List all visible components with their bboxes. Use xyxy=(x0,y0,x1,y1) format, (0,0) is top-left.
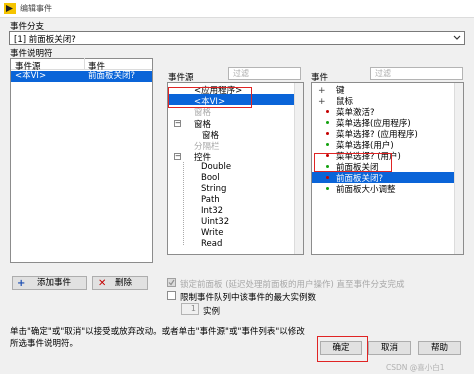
row-source: <本VI> xyxy=(15,71,47,81)
event-sources-filter[interactable]: 过滤 xyxy=(228,67,301,80)
limit-queue-checkbox[interactable] xyxy=(167,291,176,300)
tree-item-control[interactable]: Int32 xyxy=(201,206,223,216)
remove-event-label: 删除 xyxy=(115,278,133,288)
filter-event-dot xyxy=(326,176,329,179)
event-branch-value: [1] 前面板关闭? xyxy=(14,35,76,45)
limit-queue-label: 限制事件队列中该事件的最大实例数 xyxy=(180,293,317,303)
event-item[interactable]: 前面板大小调整 xyxy=(336,183,396,195)
notify-event-dot xyxy=(326,121,329,124)
add-event-label: 添加事件 xyxy=(37,278,72,288)
table-header: 事件源 事件 xyxy=(11,58,152,72)
highlight-box-sources xyxy=(168,87,252,108)
notify-event-dot xyxy=(326,143,329,146)
highlight-box-ok xyxy=(317,336,368,362)
table-row[interactable]: <本VI> 前面板关闭? xyxy=(11,71,152,82)
window-title: 编辑事件 xyxy=(20,4,52,13)
tree-item-control[interactable]: Write xyxy=(201,228,223,238)
instances-label: 实例 xyxy=(203,307,221,317)
filter-event-dot xyxy=(326,110,329,113)
lock-front-panel-checkbox[interactable] xyxy=(167,278,176,287)
tree-item-control[interactable]: Uint32 xyxy=(201,217,229,227)
tree-item-control[interactable]: Read xyxy=(201,239,222,249)
tree-item-control[interactable]: Bool xyxy=(201,173,220,183)
notify-event-dot xyxy=(326,187,329,190)
chevron-down-icon[interactable] xyxy=(452,33,462,43)
vertical-scrollbar[interactable] xyxy=(454,83,463,254)
collapse-icon[interactable]: − xyxy=(174,153,181,160)
row-event: 前面板关闭? xyxy=(88,71,136,81)
help-text: 单击"确定"或"取消"以接受或放弃改动。或者单击"事件源"或"事件列表"以修改所… xyxy=(10,327,305,349)
event-specifiers-table[interactable]: 事件源 事件 <本VI> 前面板关闭? xyxy=(10,58,153,263)
remove-event-button[interactable]: ✕ 删除 xyxy=(92,276,148,290)
plus-icon: + xyxy=(17,278,26,289)
expand-icon[interactable]: + xyxy=(318,97,326,107)
instances-input[interactable]: 1 xyxy=(181,303,199,315)
lock-front-panel-label: 锁定前面板 (延迟处理前面板的用户操作) 直至事件分支完成 xyxy=(180,280,405,290)
filter-event-dot xyxy=(326,132,329,135)
collapse-icon[interactable]: − xyxy=(174,120,181,127)
vertical-scrollbar[interactable] xyxy=(294,83,303,254)
cancel-button[interactable]: 取消 xyxy=(368,341,411,355)
watermark: CSDN @喜小白1 xyxy=(386,363,445,372)
tree-item-control[interactable]: Double xyxy=(201,162,231,172)
selected-row-highlight xyxy=(312,172,455,183)
expand-icon[interactable]: + xyxy=(318,86,326,96)
labview-app-icon xyxy=(4,3,16,14)
title-bar: 编辑事件 xyxy=(0,0,474,18)
events-filter[interactable]: 过滤 xyxy=(370,67,463,80)
tree-item-control[interactable]: Path xyxy=(201,195,220,205)
event-branch-select[interactable]: [1] 前面板关闭? xyxy=(9,31,465,45)
tree-guide-line xyxy=(183,162,184,245)
highlight-box-events xyxy=(314,153,392,172)
help-button[interactable]: 帮助 xyxy=(418,341,461,355)
close-icon: ✕ xyxy=(98,278,107,289)
column-divider xyxy=(84,58,85,70)
tree-item-control[interactable]: String xyxy=(201,184,226,194)
add-event-button[interactable]: + 添加事件 xyxy=(12,276,87,290)
